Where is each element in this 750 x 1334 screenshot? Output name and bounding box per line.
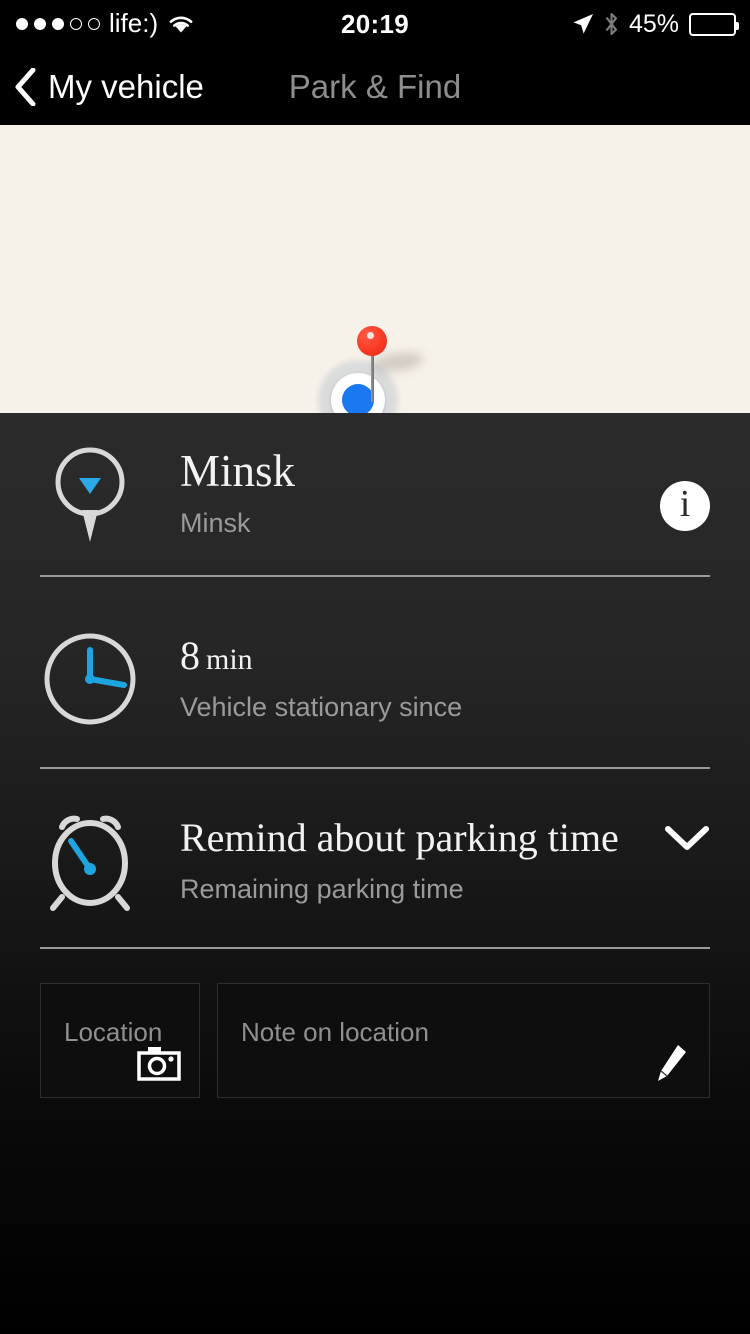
detail-row-stationary[interactable]: 8 min Vehicle stationary since <box>0 591 750 767</box>
map-pin-highlight <box>367 332 374 339</box>
chevron-left-icon <box>14 67 36 106</box>
info-icon: i <box>679 483 691 525</box>
info-button[interactable]: i <box>660 481 710 531</box>
divider-2 <box>40 767 710 769</box>
map-pin-outline-icon <box>0 442 180 546</box>
chevron-down-icon[interactable] <box>664 823 710 853</box>
location-photo-label: Location <box>64 1017 163 1047</box>
remind-subtitle: Remaining parking time <box>180 873 464 904</box>
location-photo-card[interactable]: Location <box>40 983 200 1098</box>
alarm-clock-icon <box>0 809 180 913</box>
divider-1 <box>40 575 710 577</box>
back-button[interactable]: My vehicle <box>14 48 204 125</box>
stationary-value: 8 <box>180 632 200 678</box>
stationary-value-wrap: 8 min <box>180 632 750 678</box>
location-title: Minsk <box>180 446 296 496</box>
details-list: Minsk Minsk i 8 min Vehicle stationary si… <box>0 413 750 1334</box>
map-pin-icon[interactable] <box>357 326 387 356</box>
back-button-label: My vehicle <box>48 68 204 105</box>
status-bar-right: 45% <box>572 0 739 48</box>
detail-row-remind[interactable]: Remind about parking time Remaining park… <box>0 775 750 947</box>
divider-3 <box>40 947 710 949</box>
bluetooth-icon <box>604 12 619 36</box>
stationary-subtitle: Vehicle stationary since <box>180 691 463 722</box>
current-location-dot-icon <box>342 384 374 413</box>
pencil-icon[interactable] <box>654 1043 688 1083</box>
map-view[interactable]: Calculate the route Legal <box>0 125 750 413</box>
battery-percent-label: 45% <box>628 9 679 38</box>
detail-row-stationary-text: 8 min Vehicle stationary since <box>180 632 750 723</box>
app-screen: life:) 20:19 45% Park & Find My vehicle … <box>0 0 750 1334</box>
clock-icon <box>0 631 180 727</box>
location-arrow-icon <box>572 13 594 35</box>
status-bar: life:) 20:19 45% <box>0 0 750 48</box>
note-card[interactable]: Note on location <box>217 983 710 1098</box>
attachment-cards: Location Note on location <box>40 983 710 1098</box>
camera-icon[interactable] <box>137 1045 181 1081</box>
battery-icon <box>689 12 739 36</box>
navigation-bar: Park & Find My vehicle <box>0 48 750 125</box>
stationary-unit: min <box>206 642 253 676</box>
note-label: Note on location <box>241 1017 429 1047</box>
detail-row-location[interactable]: Minsk Minsk i <box>0 413 750 575</box>
